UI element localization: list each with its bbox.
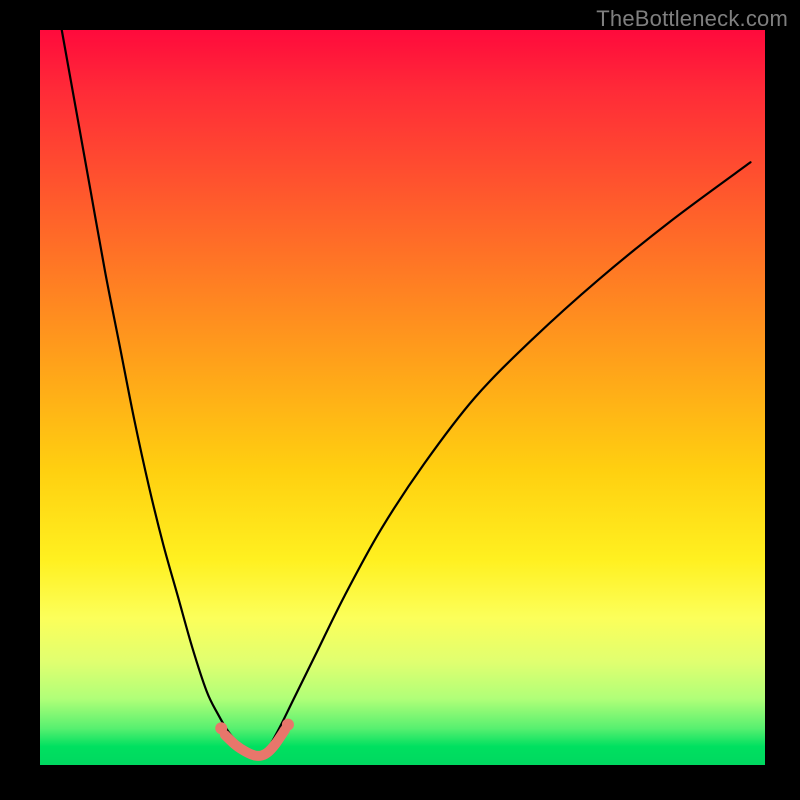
curve-right-branch (260, 162, 751, 757)
red-dot-left (215, 722, 227, 734)
watermark-text: TheBottleneck.com (596, 6, 788, 32)
plot-area (40, 30, 765, 765)
curve-left-branch (62, 30, 260, 758)
chart-container: TheBottleneck.com (0, 0, 800, 800)
red-dot-right (282, 719, 294, 731)
chart-svg (40, 30, 765, 765)
